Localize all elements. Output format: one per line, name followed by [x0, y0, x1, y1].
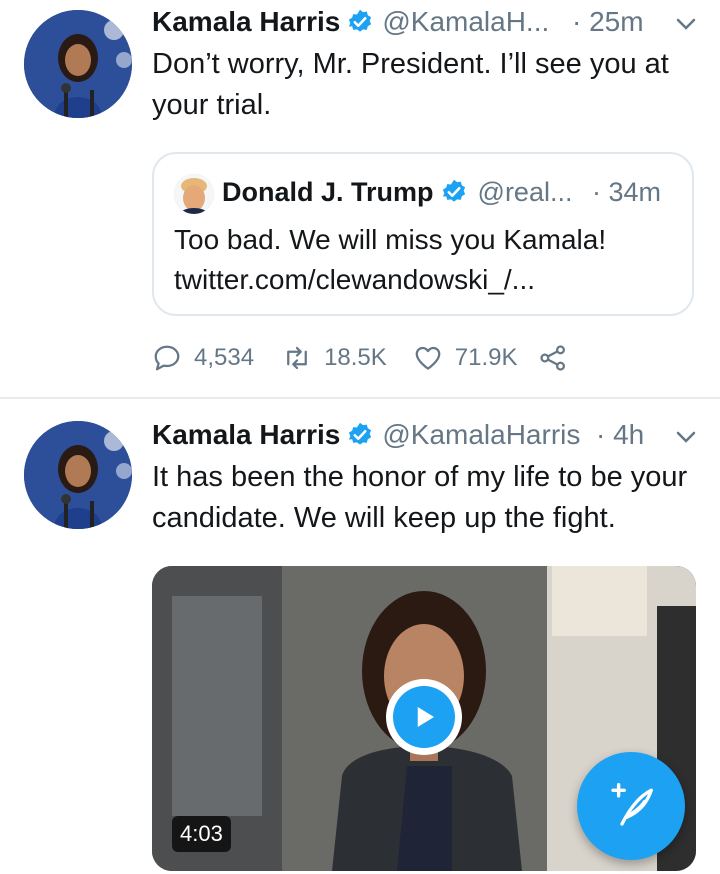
- share-button[interactable]: [538, 343, 580, 373]
- verified-badge-icon: [346, 8, 374, 36]
- video-duration: 4:03: [172, 816, 231, 852]
- quoted-author-handle[interactable]: @real...: [478, 177, 573, 208]
- quoted-text: Too bad. We will miss you Kamala! twitte…: [174, 224, 607, 295]
- chevron-down-icon[interactable]: [674, 12, 698, 36]
- author-handle[interactable]: @KamalaHarris: [382, 419, 580, 451]
- verified-badge-icon: [440, 178, 468, 206]
- author-name[interactable]: Kamala Harris: [152, 419, 340, 451]
- like-count: 71.9K: [454, 344, 518, 371]
- play-button[interactable]: [386, 679, 462, 755]
- author-avatar[interactable]: [24, 421, 132, 529]
- retweet-count: 18.5K: [324, 344, 387, 371]
- tweet-text: It has been the honor of my life to be y…: [152, 461, 688, 534]
- quoted-timestamp: · 34m: [592, 177, 662, 207]
- tweet[interactable]: Kamala Harris @KamalaH... · 25m Don’t wo…: [0, 0, 720, 398]
- author-name[interactable]: Kamala Harris: [152, 6, 340, 38]
- author-avatar[interactable]: [24, 10, 132, 118]
- play-icon: [393, 686, 455, 748]
- tweet-header: Kamala Harris @KamalaHarris: [152, 415, 580, 455]
- tweet-timestamp[interactable]: · 4h: [596, 415, 644, 455]
- tweet-header: Kamala Harris @KamalaH...: [152, 2, 549, 42]
- reply-count: 4,534: [194, 344, 255, 371]
- reply-button[interactable]: 4,534: [152, 343, 254, 373]
- compose-tweet-icon: [611, 782, 653, 826]
- quoted-tweet[interactable]: Donald J. Trump @real... · 34m Too bad. …: [152, 152, 694, 316]
- heart-icon: [415, 346, 441, 370]
- quoted-author-name[interactable]: Donald J. Trump: [222, 177, 434, 208]
- tweet-timestamp[interactable]: · 25m: [572, 2, 644, 42]
- reply-icon: [154, 345, 180, 371]
- like-button[interactable]: 71.9K: [413, 343, 518, 373]
- share-icon: [539, 345, 565, 371]
- chevron-down-icon[interactable]: [674, 425, 698, 449]
- compose-tweet-button[interactable]: [577, 752, 685, 860]
- retweet-button[interactable]: 18.5K: [282, 343, 387, 373]
- tweet-text: Don’t worry, Mr. President. I’ll see you…: [152, 48, 669, 121]
- author-handle[interactable]: @KamalaH...: [382, 6, 549, 38]
- retweet-icon: [287, 346, 307, 370]
- tweet-actions: 4,534 18.5K 71.9K: [152, 338, 580, 378]
- quoted-header: Donald J. Trump @real...: [222, 172, 572, 212]
- quoted-author-avatar: [174, 174, 214, 214]
- verified-badge-icon: [346, 421, 374, 449]
